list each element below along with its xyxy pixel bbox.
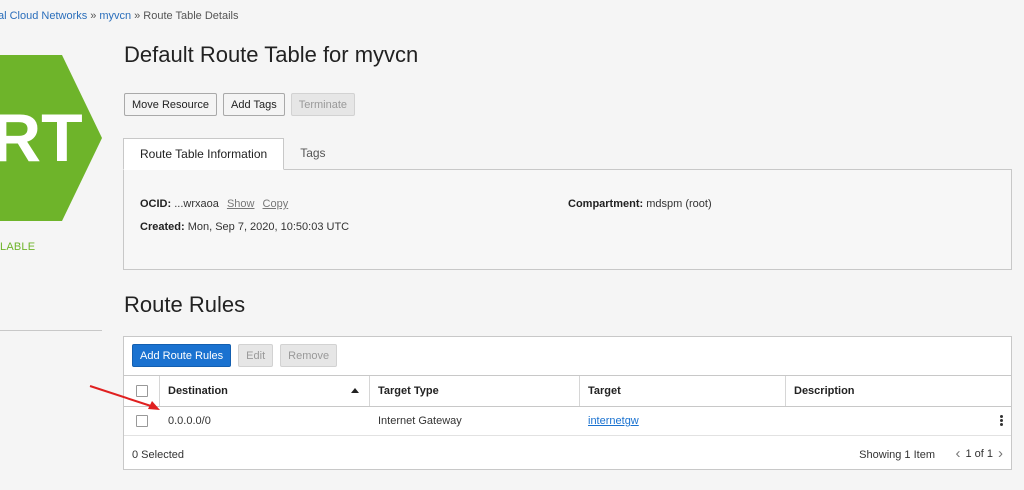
column-destination-label: Destination <box>168 385 228 397</box>
next-page-icon[interactable]: › <box>998 446 1003 461</box>
selected-count: 0 Selected <box>132 449 184 461</box>
route-rules-panel: Add Route Rules Edit Remove Destination … <box>123 336 1012 470</box>
action-bar: Move Resource Add Tags Terminate <box>124 93 356 116</box>
page-indicator: 1 of 1 <box>965 448 993 460</box>
table-header: Destination Target Type Target Descripti… <box>124 375 1011 407</box>
column-target-type-label: Target Type <box>378 385 439 397</box>
terminate-button[interactable]: Terminate <box>290 93 356 116</box>
compartment-value: mdspm (root) <box>646 198 712 210</box>
info-panel: OCID: ...wrxaoa Show Copy Created: Mon, … <box>123 169 1012 270</box>
ocid-row: OCID: ...wrxaoa Show Copy <box>140 198 288 210</box>
created-label: Created: <box>140 221 185 233</box>
resource-letters: RT <box>0 100 83 176</box>
column-target-label: Target <box>588 385 621 397</box>
compartment-label: Compartment: <box>568 198 644 210</box>
column-target: Target <box>580 376 786 406</box>
add-tags-button[interactable]: Add Tags <box>223 93 285 116</box>
row-target-link[interactable]: internetgw <box>588 415 639 427</box>
route-rules-title: Route Rules <box>124 292 246 317</box>
ocid-value: ...wrxaoa <box>174 198 219 210</box>
page-title: Default Route Table for myvcn <box>124 42 419 67</box>
annotation-arrow-icon <box>88 383 168 418</box>
row-target-type: Internet Gateway <box>378 415 462 427</box>
created-value: Mon, Sep 7, 2020, 10:50:03 UTC <box>187 221 350 233</box>
ocid-label: OCID: <box>140 198 172 210</box>
created-row: Created: Mon, Sep 7, 2020, 10:50:03 UTC <box>140 221 349 233</box>
breadcrumb-separator: » <box>90 10 97 22</box>
breadcrumb-vcn-link[interactable]: myvcn <box>99 10 131 22</box>
breadcrumb-separator: » <box>134 10 141 22</box>
remove-button[interactable]: Remove <box>280 344 338 367</box>
ocid-copy-link[interactable]: Copy <box>263 198 289 210</box>
status-label: LABLE <box>0 241 36 253</box>
breadcrumb-networks-link[interactable]: al Cloud Networks <box>0 10 87 22</box>
breadcrumb: al Cloud Networks» myvcn» Route Table Deta… <box>0 10 238 22</box>
move-resource-button[interactable]: Move Resource <box>124 93 218 116</box>
previous-page-icon[interactable]: ‹ <box>955 446 960 461</box>
route-table-hex-icon: RT <box>0 55 102 221</box>
row-description <box>786 407 1011 435</box>
route-rules-table: Destination Target Type Target Descripti… <box>124 375 1011 436</box>
add-route-rules-button[interactable]: Add Route Rules <box>132 344 232 367</box>
edit-button[interactable]: Edit <box>238 344 274 367</box>
pagination: ‹ 1 of 1 › <box>955 446 1003 461</box>
tab-bar: Route Table Information Tags <box>123 138 342 170</box>
route-rules-toolbar: Add Route Rules Edit Remove <box>132 344 338 367</box>
divider <box>0 330 102 331</box>
column-description: Description <box>786 376 1011 406</box>
showing-count: Showing 1 Item <box>859 449 935 461</box>
table-footer: 0 Selected Showing 1 Item ‹ 1 of 1 › <box>124 445 1011 470</box>
tab-route-table-information[interactable]: Route Table Information <box>123 138 285 170</box>
column-target-type: Target Type <box>370 376 580 406</box>
sort-ascending-icon[interactable] <box>351 388 359 393</box>
compartment-row: Compartment: mdspm (root) <box>568 198 712 210</box>
row-actions-kebab-icon[interactable] <box>1000 415 1003 427</box>
row-destination: 0.0.0.0/0 <box>168 415 211 427</box>
column-description-label: Description <box>794 385 855 397</box>
table-row: 0.0.0.0/0 Internet Gateway internetgw <box>124 407 1011 436</box>
breadcrumb-current: Route Table Details <box>143 10 239 22</box>
column-destination[interactable]: Destination <box>160 376 370 406</box>
ocid-show-link[interactable]: Show <box>227 198 255 210</box>
tab-tags[interactable]: Tags <box>284 138 341 170</box>
row-target-cell: internetgw <box>580 407 786 435</box>
